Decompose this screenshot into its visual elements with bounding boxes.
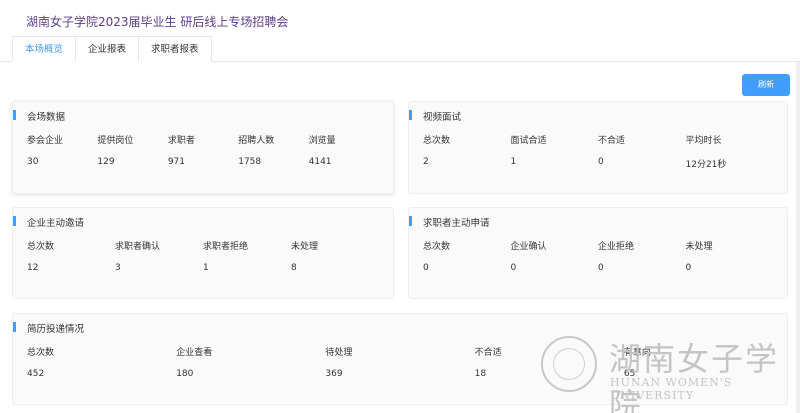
stat-unsuitable: 不合适 0 [598,133,686,170]
card-title: 求职者主动申请 [423,218,490,229]
stat-value: 8 [291,263,297,273]
stat-label: 求职者拒绝 [203,242,249,252]
stat-label: 有意向 [623,348,651,358]
stat-label: 企业确认 [510,242,547,252]
stat-seeker-rejected: 求职者拒绝 1 [203,239,291,273]
stat-value: 129 [97,157,115,167]
stat-total: 总次数 2 [423,133,511,170]
stat-unprocessed: 未处理 8 [291,239,379,273]
stat-positions: 提供岗位 129 [97,133,167,167]
stat-value: 3 [115,263,121,273]
card-title: 会场数据 [27,112,66,123]
stat-company-confirmed: 企业确认 0 [511,239,599,273]
stat-company-viewed: 企业查看 180 [176,345,325,379]
stat-value: 0 [598,157,604,167]
stat-value: 369 [325,369,343,379]
stat-value: 1758 [238,157,262,167]
stat-label: 求职者 [167,136,195,146]
company-invite-card: 企业主动邀请 总次数 12 求职者确认 3 求职者拒绝 1 未处理 8 [12,207,394,299]
stat-label: 提供岗位 [97,136,134,146]
stat-value: 12分21秒 [685,160,727,170]
stat-label: 企业查看 [176,348,213,358]
stat-label: 未处理 [685,242,713,252]
stat-label: 求职者确认 [115,242,161,252]
seeker-apply-card: 求职者主动申请 总次数 0 企业确认 0 企业拒绝 0 未处理 0 [408,207,788,299]
stat-value: 12 [27,263,39,273]
stat-label: 不合适 [474,348,502,358]
stat-value: 1 [510,157,517,167]
stat-label: 总次数 [423,242,451,252]
stat-job-seekers: 求职者 971 [168,133,238,167]
stat-unprocessed: 未处理 0 [686,239,774,273]
card-title: 简历投递情况 [27,324,85,335]
stat-label: 参会企业 [27,136,64,146]
stat-value: 180 [176,369,194,379]
stat-total: 总次数 12 [27,239,115,273]
page-title: 湖南女子学院2023届毕业生 研后线上专场招聘会 [26,15,289,29]
card-accent-bar [13,110,16,120]
stat-label: 不合适 [598,136,626,146]
stat-label: 未处理 [291,242,319,252]
stat-label: 待处理 [325,348,353,358]
stat-pending: 待处理 369 [325,345,474,379]
stat-seeker-confirmed: 求职者确认 3 [115,239,203,273]
stat-label: 总次数 [423,136,451,146]
stat-label: 企业拒绝 [598,242,635,252]
stat-participating-companies: 参会企业 30 [27,133,97,167]
stat-value: 2 [423,157,429,167]
page-scrollbar[interactable] [796,62,800,413]
stat-value: 0 [510,263,517,273]
tab-bar: 本场概览 企业报表 求职者报表 [12,36,212,62]
refresh-button[interactable]: 刷新 [742,74,790,96]
tab-company-report[interactable]: 企业报表 [75,36,140,62]
stat-value: 1 [203,263,209,273]
stat-label: 平均时长 [685,136,722,146]
stat-label: 面试合适 [510,136,547,146]
stat-suitable: 面试合适 1 [511,133,599,170]
stat-unsuitable: 不合适 18 [475,345,624,379]
card-title: 企业主动邀请 [27,218,85,229]
stat-label: 招聘人数 [238,136,275,146]
stat-interested: 有意向 65 [624,345,773,379]
card-accent-bar [13,322,16,332]
stat-label: 总次数 [27,242,55,252]
tab-overview[interactable]: 本场概览 [12,36,77,62]
stat-value: 452 [27,369,45,379]
stat-value: 18 [474,369,487,379]
stat-page-views: 浏览量 4141 [309,133,379,167]
stat-total: 总次数 452 [27,345,176,379]
stat-value: 0 [423,263,429,273]
stat-average-duration: 平均时长 12分21秒 [686,133,774,170]
stat-value: 30 [27,157,39,167]
stat-value: 4141 [308,157,332,167]
stat-label: 总次数 [27,348,55,358]
video-interview-card: 视频面试 总次数 2 面试合适 1 不合适 0 平均时长 12分21秒 [408,101,788,194]
tab-seeker-report[interactable]: 求职者报表 [138,36,212,62]
venue-data-card: 会场数据 参会企业 30 提供岗位 129 求职者 971 招聘人数 1758 … [12,101,394,194]
card-accent-bar [13,216,16,226]
stat-value: 971 [167,157,185,167]
stat-value: 0 [685,263,692,273]
card-accent-bar [409,216,412,226]
stat-label: 浏览量 [308,136,336,146]
stat-value: 65 [623,369,636,379]
resume-delivery-card: 简历投递情况 总次数 452 企业查看 180 待处理 369 不合适 18 有… [12,313,788,405]
stat-hiring-count: 招聘人数 1758 [238,133,308,167]
stat-company-rejected: 企业拒绝 0 [598,239,686,273]
stat-value: 0 [598,263,604,273]
card-accent-bar [409,110,412,120]
stat-total: 总次数 0 [423,239,511,273]
card-title: 视频面试 [423,112,462,123]
